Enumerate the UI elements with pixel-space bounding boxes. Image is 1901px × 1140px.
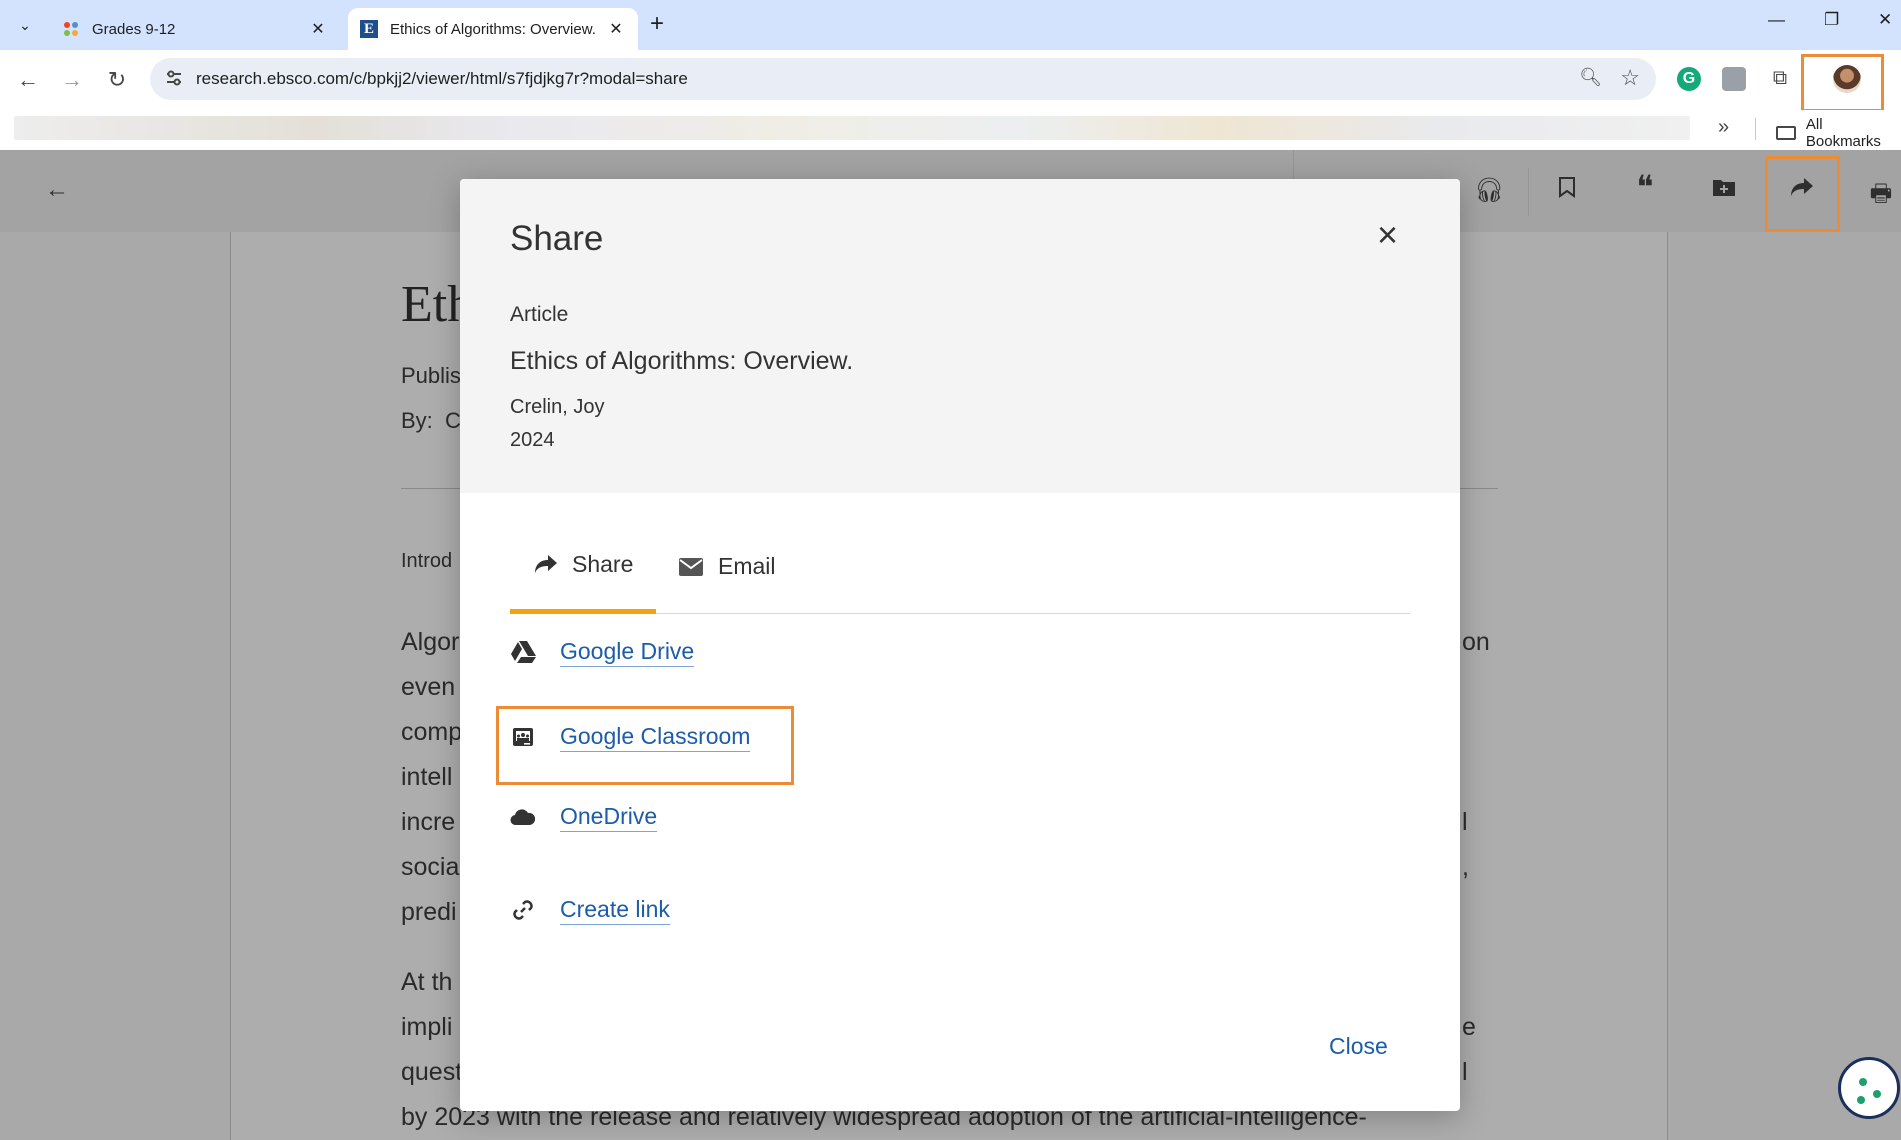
by-label: By: [401,408,433,433]
forward-arrow-icon[interactable]: → [58,67,86,93]
share-create-link[interactable]: Create link [508,895,670,925]
google-drive-link[interactable]: Google Drive [560,638,695,667]
paragraph-line: Algor [401,628,460,656]
close-tab-icon[interactable]: ✕ [308,19,328,39]
paragraph-line: even [401,673,456,701]
profile-avatar[interactable] [1833,65,1861,93]
tab-search-button[interactable]: ⌄ [10,10,40,40]
close-button[interactable]: Close [1329,1033,1388,1060]
print-icon[interactable]: 🖶︎ [1866,176,1896,217]
tab-email-label: Email [718,553,776,579]
close-icon[interactable]: × [1377,217,1398,253]
zoom-icon[interactable]: 🔍︎ [1579,67,1602,88]
new-tab-plus-icon[interactable]: + [650,12,664,36]
paragraph-line: impli [401,1013,453,1041]
tab-share-label: Share [572,550,634,577]
toolbar-divider [1528,168,1529,216]
grammarly-extension-icon[interactable]: G [1677,67,1701,91]
add-to-folder-icon[interactable] [1709,176,1739,204]
tab-title: Grades 9-12 [92,20,176,38]
ebsco-favicon-icon: E [360,20,378,38]
share-google-drive[interactable]: Google Drive [508,637,695,667]
modal-header: Share × Article Ethics of Algorithms: Ov… [460,179,1460,493]
onedrive-link[interactable]: OneDrive [560,803,658,832]
paragraph-line-end: l [1462,1058,1468,1086]
cookie-settings-icon[interactable] [1838,1057,1900,1119]
tab-title: Ethics of Algorithms: Overview. [390,20,596,38]
tab-share[interactable]: Share [510,519,656,614]
share-button-highlight-box [1765,156,1840,232]
rss-extension-icon[interactable] [1722,67,1746,91]
paragraph-line-end: , [1462,853,1469,881]
paragraph-line: comp [401,718,463,746]
paragraph-line: quest [401,1058,463,1086]
back-arrow-icon[interactable]: ← [14,67,42,93]
item-type-label: Article [510,303,569,326]
bookmark-star-icon[interactable]: ☆ [1620,65,1640,91]
bookmarks-bar: » All Bookmarks [0,110,1901,150]
by-fragment: C [445,408,461,433]
minimize-icon[interactable]: — [1768,10,1785,30]
more-bookmarks-icon[interactable]: » [1718,116,1729,139]
by-line: By: C [401,408,461,434]
blurred-bookmarks [14,116,1690,140]
article-title: Ethics of Algorithms: Overview. [510,347,854,375]
share-onedrive[interactable]: OneDrive [508,802,658,832]
tab-email[interactable]: Email [678,519,776,614]
all-bookmarks-button[interactable]: All Bookmarks [1776,116,1901,150]
browser-tab-ethics[interactable]: E Ethics of Algorithms: Overview. ✕ [348,8,638,50]
close-tab-icon[interactable]: ✕ [606,19,626,39]
article-author: Crelin, Joy [510,396,605,418]
paragraph-line: intell [401,763,453,791]
share-modal: Share × Article Ethics of Algorithms: Ov… [460,179,1460,1111]
back-arrow-icon[interactable]: ← [42,176,72,204]
modal-title: Share [510,219,604,258]
chevron-down-icon: ⌄ [19,16,31,33]
url-text[interactable]: research.ebsco.com/c/bpkjj2/viewer/html/… [196,69,688,89]
google-classroom-link[interactable]: Google Classroom [560,723,751,752]
paragraph-line-end: e [1462,1013,1476,1041]
paragraph-line: incre [401,808,456,836]
share-tabs: Share Email [510,519,1410,614]
extensions-puzzle-icon[interactable]: ⧉ [1768,67,1792,91]
headphones-icon[interactable]: 🎧︎ [1474,176,1504,205]
share-arrow-icon [534,554,558,574]
link-icon [508,895,538,925]
site-info-icon[interactable] [164,68,184,88]
all-bookmarks-label: All Bookmarks [1805,116,1881,150]
browser-tab-grades[interactable]: Grades 9-12 ✕ [50,8,340,50]
joomla-favicon-icon [62,20,80,38]
close-window-icon[interactable]: ✕ [1878,10,1892,30]
browser-tab-strip: ⌄ Grades 9-12 ✕ E Ethics of Algorithms: … [0,0,1901,50]
intro-fragment: Introd [401,550,453,572]
paragraph-line-end: l [1462,808,1468,836]
reload-icon[interactable]: ↻ [103,67,131,93]
cite-quote-icon[interactable]: ❝ [1630,168,1660,206]
paragraph-line: socia [401,853,460,881]
folder-icon [1776,126,1796,140]
browser-toolbar: ← → ↻ research.ebsco.com/c/bpkjj2/viewer… [0,50,1901,138]
bookmarks-divider [1755,118,1756,140]
article-year: 2024 [510,429,555,451]
restore-icon[interactable]: ❐ [1824,10,1839,30]
envelope-icon [678,557,704,577]
published-fragment: Publis [401,363,461,388]
share-google-classroom[interactable]: Google Classroom [508,722,751,752]
google-classroom-icon [508,722,538,752]
bookmark-icon[interactable] [1552,176,1582,205]
address-bar[interactable]: research.ebsco.com/c/bpkjj2/viewer/html/… [150,58,1656,100]
google-drive-icon [508,637,538,667]
create-link-link[interactable]: Create link [560,896,670,925]
paragraph-line-end: on [1462,628,1490,656]
cloud-icon [508,802,538,832]
paragraph-line: predi [401,898,457,926]
paragraph-line: At th [401,968,453,996]
